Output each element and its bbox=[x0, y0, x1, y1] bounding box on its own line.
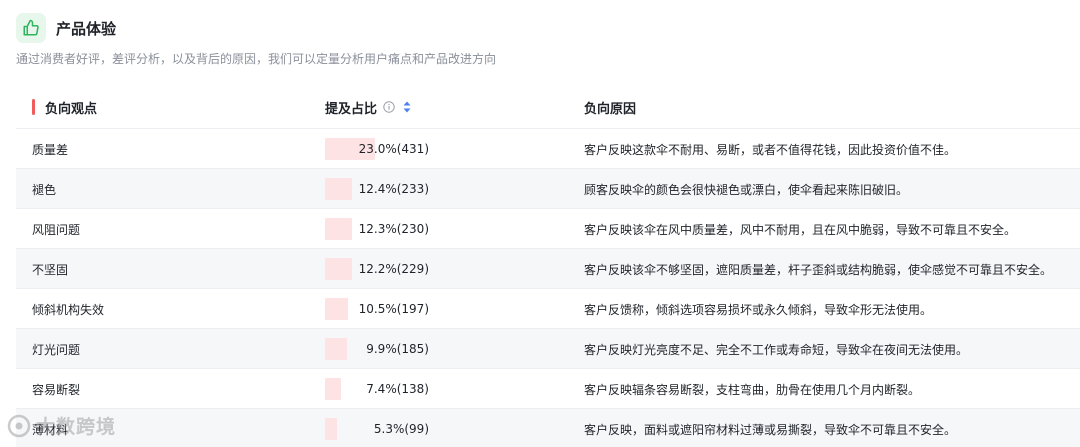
negative-reason-text: 客户反馈称，倾斜选项容易损坏或永久倾斜，导致伞形无法使用。 bbox=[584, 302, 933, 317]
negative-view-label: 风阻问题 bbox=[32, 222, 81, 237]
ratio-value: 12.4%(233) bbox=[358, 182, 429, 196]
negative-reason-text: 客户反映该伞不够坚固，遮阳质量差，杆子歪斜或结构脆弱，使伞感觉不可靠且不安全。 bbox=[584, 262, 1053, 277]
negative-view-label: 褪色 bbox=[32, 182, 57, 197]
table-row: 薄材料 5.3%(99) 客户反映，面料或遮阳帘材料过薄或易撕裂，导致伞不可靠且不安… bbox=[16, 409, 1080, 447]
negative-view-label: 灯光问题 bbox=[32, 342, 81, 357]
ratio-value: 12.2%(229) bbox=[358, 262, 429, 276]
negative-reason-text: 客户反映该伞在风中质量差，风中不耐用，且在风中脆弱，导致不可靠且不安全。 bbox=[584, 222, 1017, 237]
thumbs-up-icon bbox=[16, 13, 46, 43]
ratio-value: 9.9%(185) bbox=[366, 342, 429, 356]
table-row: 倾斜机构失效 10.5%(197) 客户反馈称，倾斜选项容易损坏或永久倾斜，导致伞形… bbox=[16, 289, 1080, 329]
watermark: 大数跨境 bbox=[6, 412, 116, 439]
negative-views-table: 负向观点 提及占比 负向原因 质量差 23.0%(431) 客户反映这款伞不耐用、易… bbox=[16, 86, 1080, 447]
negative-reason-text: 客户反映辐条容易断裂，支柱弯曲，肋骨在使用几个月内断裂。 bbox=[584, 382, 921, 397]
negative-view-label: 不坚固 bbox=[32, 262, 69, 277]
column-header-reason: 负向原因 bbox=[584, 101, 637, 117]
table-row: 不坚固 12.2%(229) 客户反映该伞不够坚固，遮阳质量差，杆子歪斜或结构脆弱，… bbox=[16, 249, 1080, 289]
table-body: 质量差 23.0%(431) 客户反映这款伞不耐用、易断，或者不值得花钱，因此投资价… bbox=[16, 129, 1080, 447]
page-title: 产品体验 bbox=[56, 19, 117, 38]
info-icon[interactable] bbox=[383, 101, 395, 113]
negative-view-label: 容易断裂 bbox=[32, 382, 81, 397]
ratio-value: 23.0%(431) bbox=[358, 142, 429, 156]
page-subtitle: 通过消费者好评，差评分析，以及背后的原因，我们可以定量分析用户痛点和产品改进方向 bbox=[16, 52, 497, 66]
ratio-value: 5.3%(99) bbox=[373, 422, 429, 436]
column-header-ratio[interactable]: 提及占比 bbox=[325, 98, 411, 117]
negative-reason-text: 客户反映灯光亮度不足、完全不工作或寿命短，导致伞在夜间无法使用。 bbox=[584, 342, 969, 357]
table-row: 灯光问题 9.9%(185) 客户反映灯光亮度不足、完全不工作或寿命短，导致伞在夜间… bbox=[16, 329, 1080, 369]
ratio-value: 12.3%(230) bbox=[358, 222, 429, 236]
column-header-view: 负向观点 bbox=[32, 98, 97, 117]
table-row: 质量差 23.0%(431) 客户反映这款伞不耐用、易断，或者不值得花钱，因此投资价… bbox=[16, 129, 1080, 169]
ratio-value: 7.4%(138) bbox=[366, 382, 429, 396]
negative-view-label: 倾斜机构失效 bbox=[32, 302, 105, 317]
table-header: 负向观点 提及占比 负向原因 bbox=[16, 86, 1080, 129]
negative-reason-text: 客户反映这款伞不耐用、易断，或者不值得花钱，因此投资价值不佳。 bbox=[584, 142, 957, 157]
header-marker bbox=[32, 99, 35, 115]
sort-icon[interactable] bbox=[403, 101, 411, 113]
table-row: 风阻问题 12.3%(230) 客户反映该伞在风中质量差，风中不耐用，且在风中脆弱，… bbox=[16, 209, 1080, 249]
table-row: 褪色 12.4%(233) 顾客反映伞的颜色会很快褪色或漂白，使伞看起来陈旧破旧。 bbox=[16, 169, 1080, 209]
section-header: 产品体验 bbox=[16, 13, 116, 43]
negative-reason-text: 客户反映，面料或遮阳帘材料过薄或易撕裂，导致伞不可靠且不安全。 bbox=[584, 422, 957, 437]
negative-reason-text: 顾客反映伞的颜色会很快褪色或漂白，使伞看起来陈旧破旧。 bbox=[584, 182, 909, 197]
watermark-logo-icon bbox=[7, 414, 31, 437]
negative-view-label: 质量差 bbox=[32, 142, 69, 157]
table-row: 容易断裂 7.4%(138) 客户反映辐条容易断裂，支柱弯曲，肋骨在使用几个月内断裂… bbox=[16, 369, 1080, 409]
ratio-value: 10.5%(197) bbox=[358, 302, 429, 316]
